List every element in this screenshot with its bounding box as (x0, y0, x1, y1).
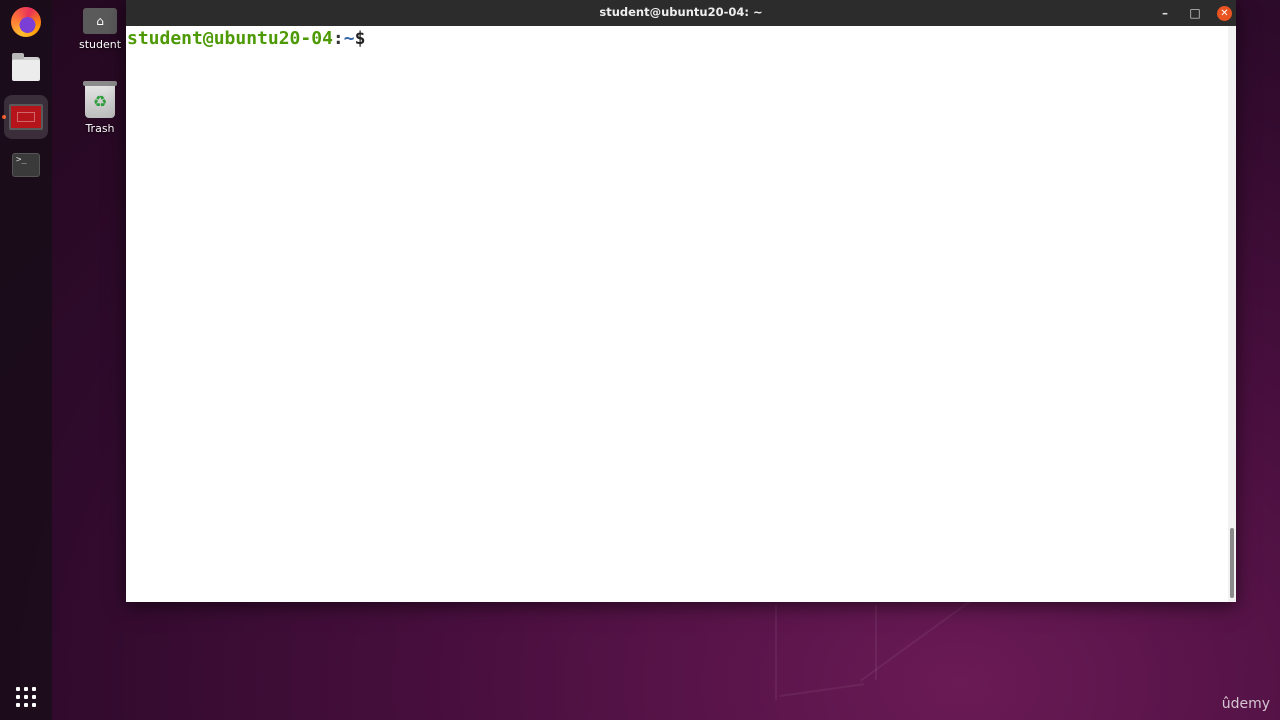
desktop-icon-home[interactable]: ⌂ student (70, 8, 130, 51)
home-folder-icon: ⌂ (83, 8, 117, 34)
prompt-separator: : (332, 28, 344, 49)
wallpaper-streak (875, 605, 877, 680)
wallpaper-streak (775, 605, 777, 700)
window-titlebar[interactable]: student@ubuntu20-04: ~ – □ ✕ (126, 0, 1236, 26)
udemy-watermark: ûdemy (1221, 696, 1270, 712)
minimize-button[interactable]: – (1157, 1, 1173, 26)
show-applications-button[interactable] (14, 685, 38, 709)
desktop-icon-trash[interactable]: ♻ Trash (70, 81, 130, 135)
maximize-button[interactable]: □ (1187, 1, 1203, 26)
terminal-scrollbar[interactable] (1228, 26, 1236, 602)
window-controls: – □ ✕ (1157, 0, 1232, 26)
dock-item-firefox[interactable] (4, 0, 48, 44)
dock-item-screen-recorder[interactable] (4, 95, 48, 139)
files-icon (12, 53, 40, 81)
shell-prompt: student@ubuntu20-04:~$ (127, 28, 365, 49)
screen-recorder-icon (9, 104, 43, 130)
dock: >_ (0, 0, 52, 720)
prompt-user-host: student@ubuntu20-04 (127, 28, 333, 49)
window-title: student@ubuntu20-04: ~ (599, 5, 763, 19)
close-button[interactable]: ✕ (1217, 5, 1232, 21)
firefox-icon (11, 7, 41, 37)
prompt-symbol: $ (354, 28, 366, 49)
desktop-icon-label: student (78, 38, 122, 51)
desktop-icon-label: Trash (85, 122, 115, 135)
terminal-icon: >_ (12, 153, 40, 177)
wallpaper-streak (780, 683, 865, 697)
wallpaper-streak (860, 591, 983, 682)
app-grid-icon (16, 687, 20, 691)
scrollbar-thumb[interactable] (1230, 528, 1234, 598)
dock-item-terminal[interactable]: >_ (4, 143, 48, 187)
trash-icon: ♻ (83, 81, 117, 118)
terminal-window: student@ubuntu20-04: ~ – □ ✕ student@ubu… (126, 0, 1236, 602)
terminal-output[interactable]: student@ubuntu20-04:~$ (126, 26, 1228, 602)
dock-item-files[interactable] (4, 47, 48, 91)
prompt-path: ~ (343, 28, 355, 49)
